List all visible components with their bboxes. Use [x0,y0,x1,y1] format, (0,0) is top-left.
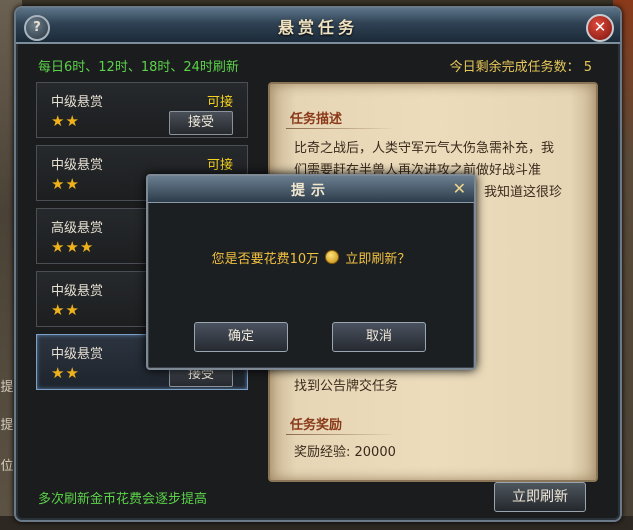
description-line: 比奇之战后，人类守军元气大伤急需补充，我 [294,141,555,156]
reward-heading: 任务奖励 [290,418,343,433]
star-rating: ★★★ [51,238,95,256]
task-status: 可接 [206,158,233,173]
side-text: 位 [0,459,14,474]
window-title: 悬赏任务 [277,18,358,37]
confirm-button[interactable]: 确定 [194,322,288,352]
star-rating: ★★ [51,175,80,193]
task-name: 中级悬赏 [51,347,104,362]
dialog-title: 提示 [291,183,331,199]
confirm-dialog: 提示 ✕ 您是否要花费10万 立即刷新？ 确定 取消 [146,174,476,370]
dialog-header: 提示 ✕ [148,176,474,203]
refresh-now-button[interactable]: 立即刷新 [494,482,586,512]
task-name: 中级悬赏 [51,158,104,173]
star-rating: ★★ [51,364,80,382]
side-text: 提 [0,380,14,395]
task-name: 中级悬赏 [51,284,104,299]
dialog-close-icon[interactable]: ✕ [453,179,466,198]
gold-coin-icon [325,250,340,264]
close-button[interactable]: ✕ [586,14,614,42]
task-item[interactable]: 中级悬赏 ★★ 可接 接受 [36,82,248,138]
star-rating: ★★ [51,112,80,130]
reward-exp: 奖励经验: 20000 [294,445,396,460]
dialog-message-prefix: 您是否要花费10万 [211,252,320,267]
side-text: 提 [0,418,14,433]
title-bar: ? 悬赏任务 ✕ [16,8,620,44]
heading-divider [286,128,396,129]
description-line: 我知道这很珍 [484,185,563,200]
task-name: 高级悬赏 [51,221,104,236]
refresh-schedule: 每日6时、12时、18时、24时刷新 [38,60,239,75]
star-rating: ★★ [51,301,80,319]
task-status: 可接 [206,95,233,110]
description-tail: 找到公告牌交任务 [294,379,399,394]
remaining-count: 今日剩余完成任务数： 5 [449,60,592,75]
dialog-message: 您是否要花费10万 立即刷新？ [148,248,474,267]
task-name: 中级悬赏 [51,95,104,110]
description-heading: 任务描述 [290,112,343,127]
accept-button[interactable]: 接受 [169,111,233,135]
dialog-message-suffix: 立即刷新？ [345,252,411,267]
heading-divider [286,434,396,435]
cancel-button[interactable]: 取消 [332,322,426,352]
refresh-cost-note: 多次刷新金币花费会逐步提高 [38,492,208,507]
